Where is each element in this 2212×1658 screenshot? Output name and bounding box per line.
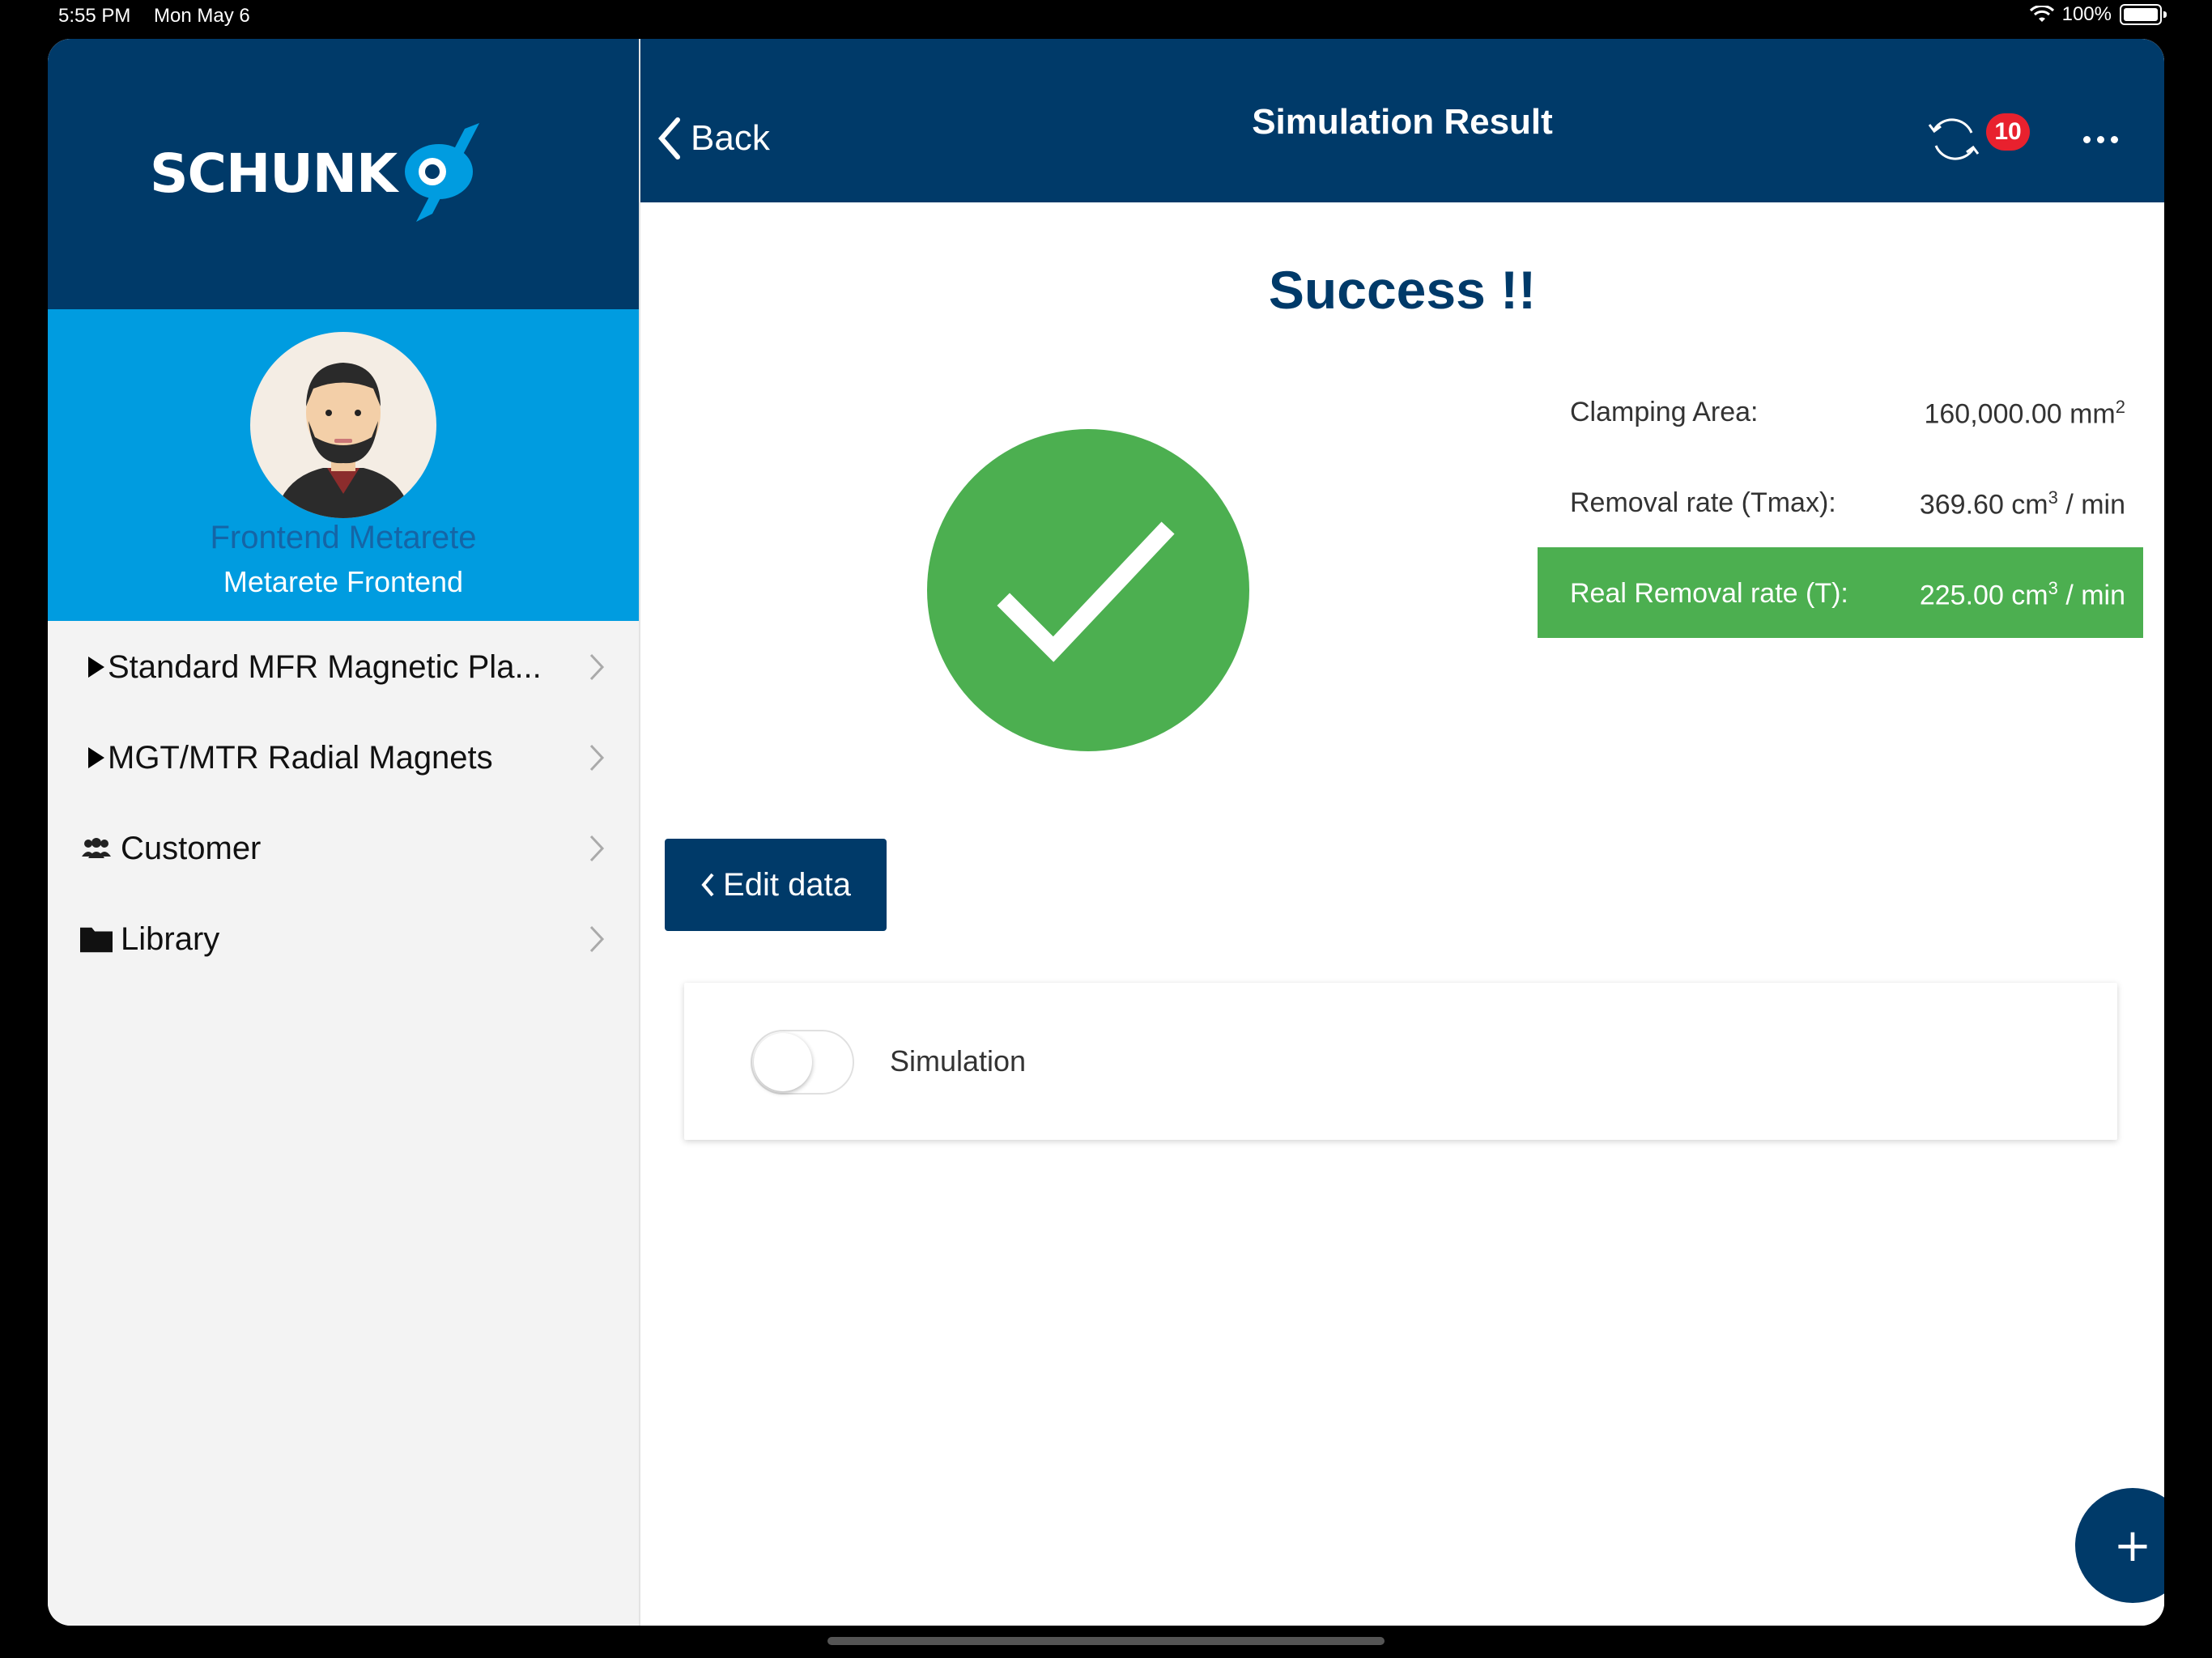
result-row-real-removal-rate: Real Removal rate (T): 225.00 cm3 / min: [1538, 547, 2143, 638]
result-value: 369.60 cm3 / min: [1919, 487, 2125, 521]
home-indicator[interactable]: [827, 1637, 1385, 1645]
status-time: 5:55 PM: [58, 5, 131, 27]
main-panel: Back Simulation Result 10 Success !! Cla…: [640, 39, 2164, 1626]
result-value: 225.00 cm3 / min: [1919, 578, 2125, 611]
status-indicators: 100%: [2029, 3, 2167, 26]
battery-percent: 100%: [2061, 3, 2112, 25]
battery-icon: [2120, 4, 2162, 25]
profile-name: Frontend Metarete: [210, 520, 477, 555]
sidebar-item-label: MGT/MTR Radial Magnets: [108, 739, 493, 776]
status-date: Mon May 6: [154, 5, 250, 27]
simulation-card: Simulation: [684, 983, 2117, 1140]
sidebar-item-customer[interactable]: Customer: [48, 803, 639, 894]
wifi-icon: [2029, 6, 2054, 22]
results-panel: Clamping Area: 160,000.00 mm2 Removal ra…: [1538, 366, 2143, 638]
result-label: Real Removal rate (T):: [1570, 578, 1848, 609]
simulation-label: Simulation: [890, 1044, 1027, 1078]
chevron-right-icon: [589, 743, 605, 780]
sidebar-item-mgt-mtr[interactable]: MGT/MTR Radial Magnets: [48, 712, 639, 803]
sidebar-item-standard-mfr[interactable]: Standard MFR Magnetic Pla...: [48, 622, 639, 712]
chevron-left-icon: [701, 873, 714, 897]
folder-icon: [80, 925, 113, 953]
logo-text: SCHUNK: [150, 142, 398, 205]
add-button[interactable]: +: [2075, 1488, 2164, 1603]
chevron-right-icon: [589, 653, 605, 690]
sidebar-item-label: Standard MFR Magnetic Pla...: [108, 648, 542, 685]
success-heading: Success !!: [1268, 260, 1537, 320]
chevron-right-icon: [589, 925, 605, 962]
logo-area: SCHUNK: [48, 39, 639, 309]
sidebar-item-library[interactable]: Library: [48, 894, 639, 984]
result-label: Clamping Area:: [1570, 397, 1759, 427]
users-icon: [80, 837, 113, 860]
chevron-right-icon: [589, 834, 605, 871]
sync-count-badge: 10: [1986, 113, 2030, 151]
edit-data-label: Edit data: [723, 866, 851, 903]
edit-data-button[interactable]: Edit data: [665, 839, 887, 931]
simulation-toggle[interactable]: [751, 1030, 854, 1095]
result-row-clamping-area: Clamping Area: 160,000.00 mm2: [1538, 366, 2143, 457]
result-value: 160,000.00 mm2: [1924, 397, 2125, 430]
sidebar-item-label: Library: [121, 920, 220, 957]
app-screen: SCHUNK Frontend Metarete Metarete Fronte…: [48, 39, 2164, 1626]
profile-section: Frontend Metarete Metarete Frontend: [48, 309, 639, 621]
schunk-logo-icon: [405, 123, 480, 222]
schunk-logo: SCHUNK: [150, 117, 481, 230]
sidebar: SCHUNK Frontend Metarete Metarete Fronte…: [48, 39, 640, 1626]
success-check-icon: [927, 429, 1249, 751]
sidebar-menu: Standard MFR Magnetic Pla... MGT/MTR Rad…: [48, 622, 639, 984]
avatar: [250, 332, 436, 518]
result-row-removal-rate-tmax: Removal rate (Tmax): 369.60 cm3 / min: [1538, 457, 2143, 547]
status-bar: 5:55 PM Mon May 6 100%: [0, 0, 2212, 39]
more-options-icon[interactable]: [2083, 136, 2118, 143]
profile-subtitle: Metarete Frontend: [223, 565, 464, 598]
toggle-knob: [754, 1033, 812, 1091]
sync-icon[interactable]: [1923, 108, 1984, 174]
sidebar-item-label: Customer: [121, 830, 262, 866]
plus-icon: +: [2113, 1519, 2152, 1572]
result-label: Removal rate (Tmax):: [1570, 487, 1836, 518]
nav-bar: Back Simulation Result 10: [640, 39, 2164, 202]
